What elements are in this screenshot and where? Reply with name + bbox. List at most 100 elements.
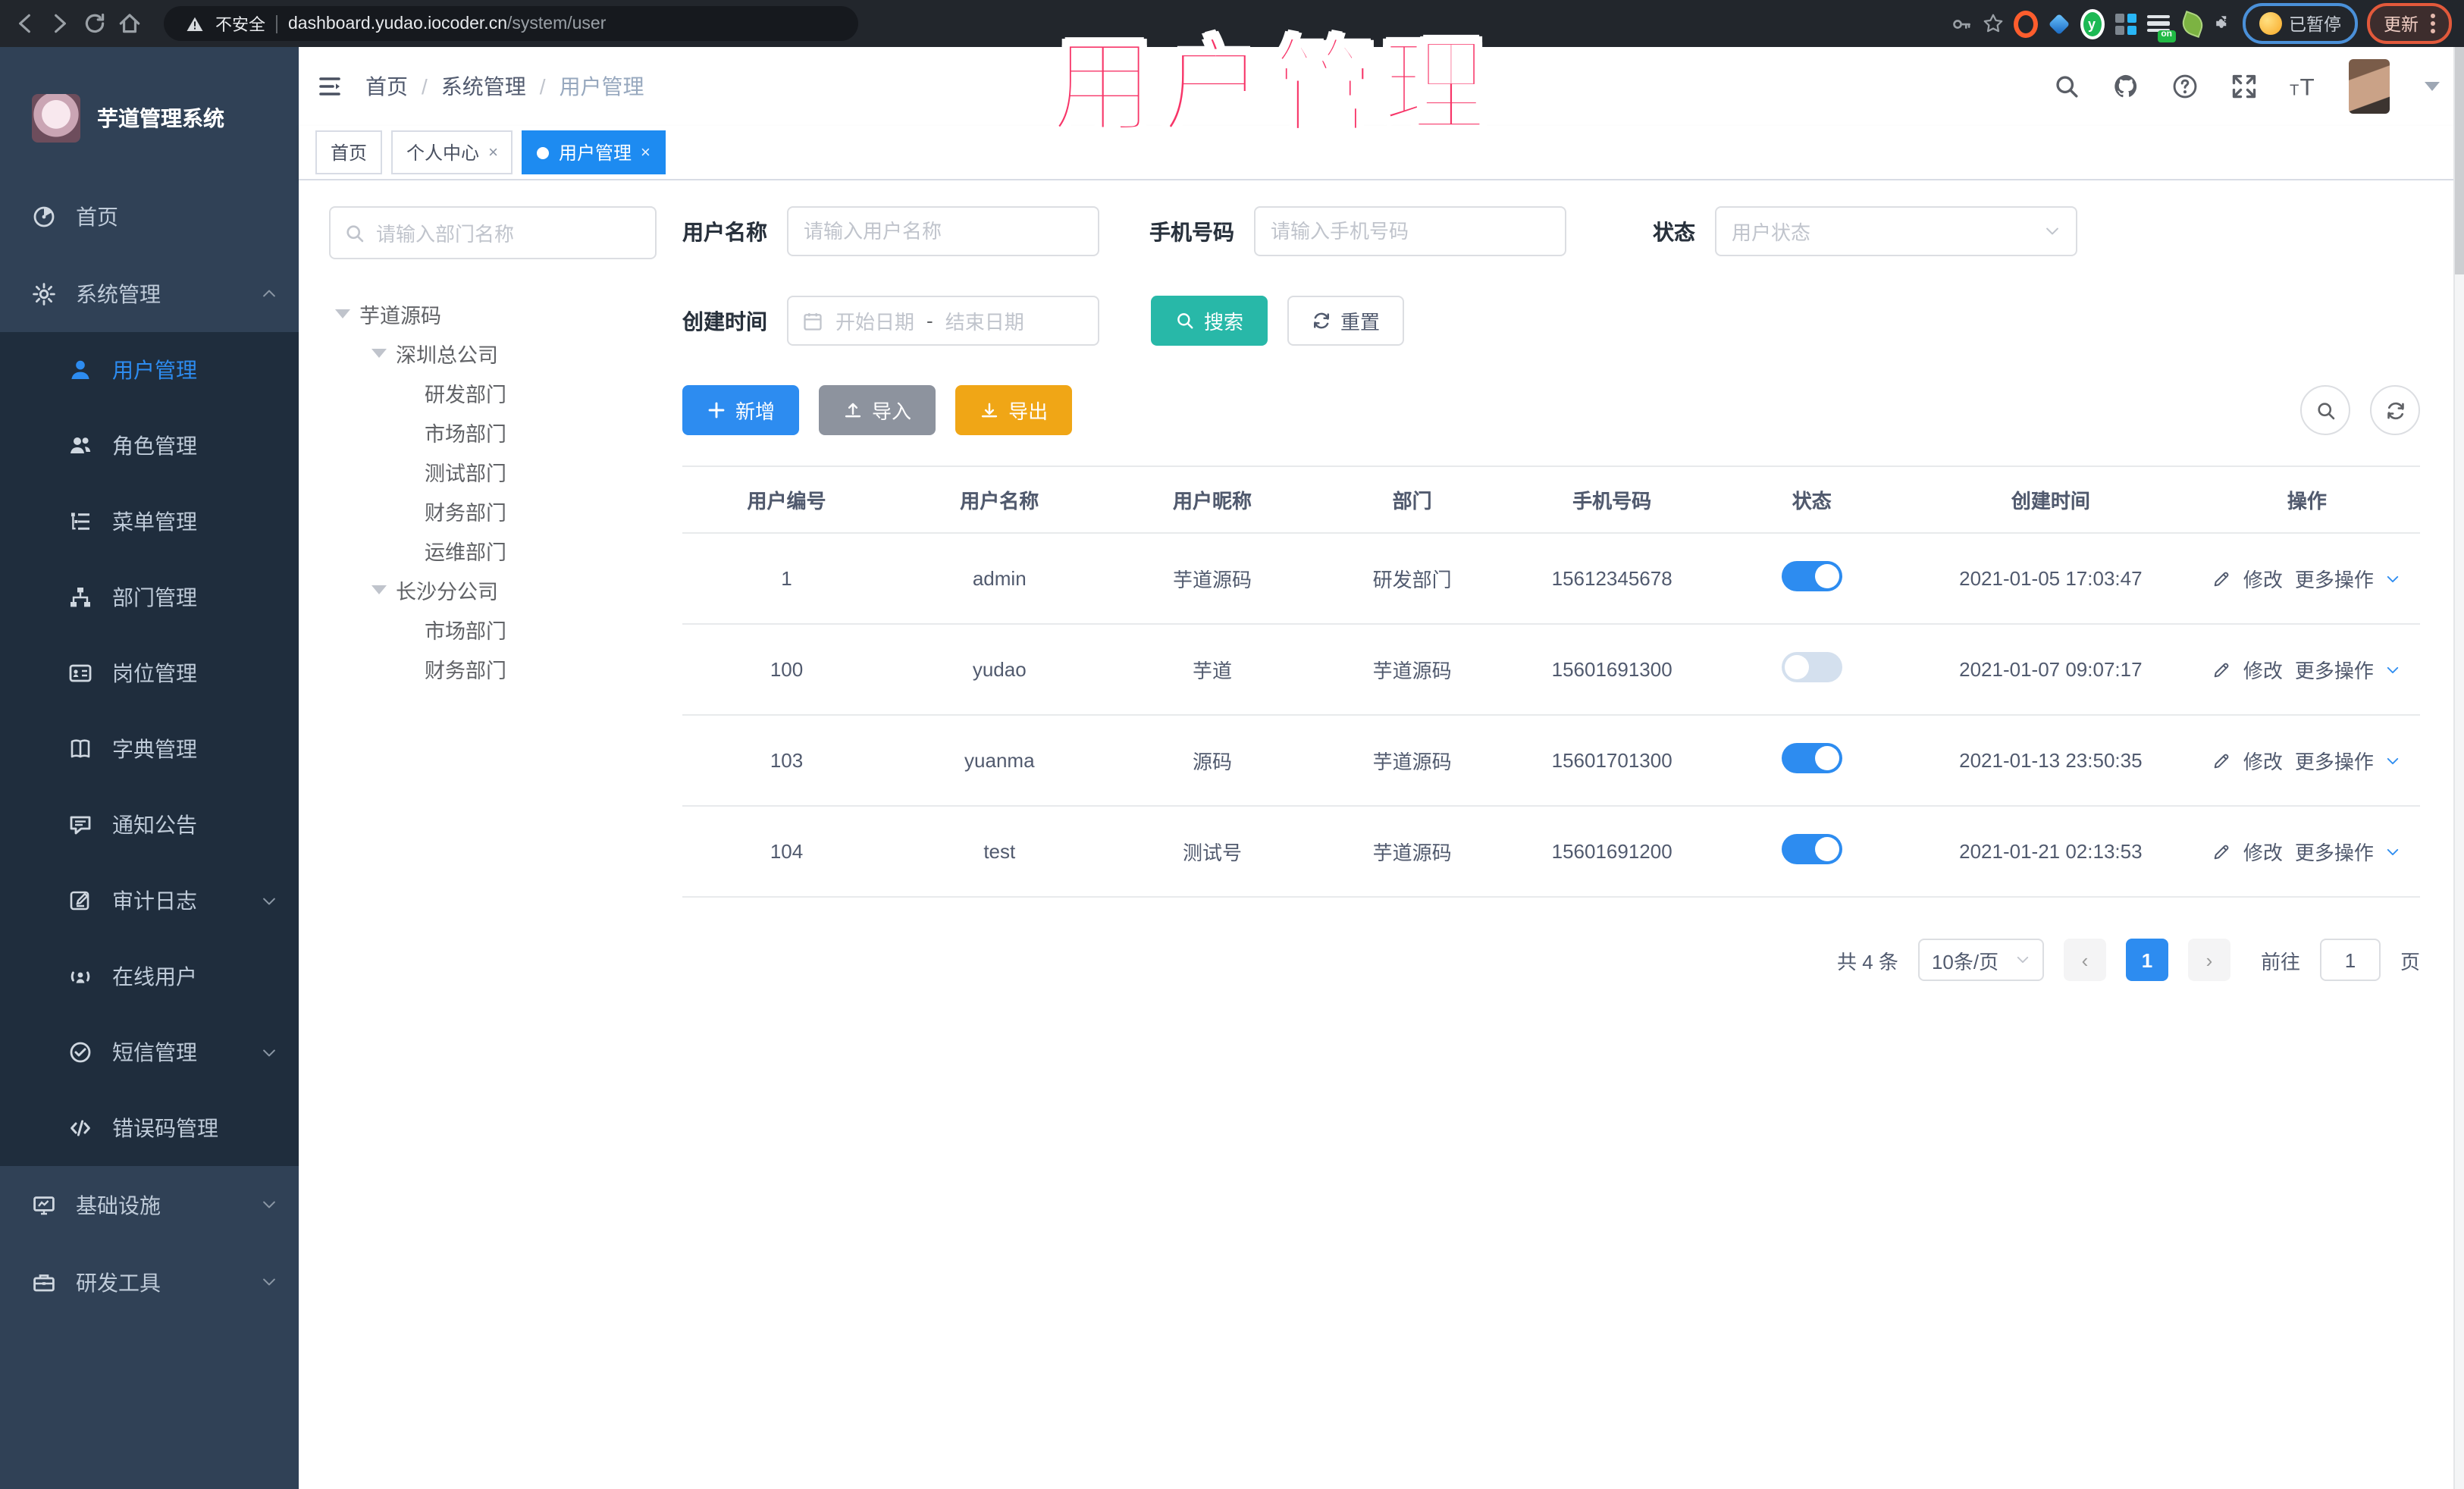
sidebar-item-dict-mgmt[interactable]: 字典管理 (0, 711, 299, 787)
extension-gem-icon[interactable] (2046, 11, 2071, 36)
tree-node-market[interactable]: 市场部门 (329, 412, 657, 452)
tree-caret-icon[interactable] (371, 349, 387, 358)
mobile-input[interactable] (1254, 206, 1566, 256)
extension-grid-icon[interactable] (2113, 11, 2137, 36)
chevron-down-icon[interactable] (2386, 662, 2401, 677)
sidebar-item-dept-mgmt[interactable]: 部门管理 (0, 560, 299, 635)
tree-node-test[interactable]: 测试部门 (329, 452, 657, 491)
sidebar-item-home[interactable]: 首页 (0, 177, 299, 255)
tab-home[interactable]: 首页 (315, 130, 383, 174)
password-key-icon[interactable] (1951, 13, 1972, 34)
bookmark-star-icon[interactable] (1981, 12, 2004, 35)
next-page-button[interactable]: › (2187, 939, 2230, 981)
tree-node-root[interactable]: 芋道源码 (329, 294, 657, 334)
github-icon[interactable] (2112, 73, 2140, 100)
edit-link[interactable]: 修改 (2243, 837, 2283, 866)
page-size-select[interactable]: 10条/页 (1917, 939, 2044, 981)
browser-update-button[interactable]: 更新 (2367, 3, 2452, 44)
sidebar-item-dev-tools[interactable]: 研发工具 (0, 1243, 299, 1321)
font-size-icon[interactable]: TT (2290, 73, 2317, 100)
tab-close-icon[interactable]: × (488, 143, 498, 161)
more-actions-link[interactable]: 更多操作 (2295, 655, 2374, 684)
table-search-toggle-button[interactable] (2300, 385, 2350, 435)
fullscreen-icon[interactable] (2230, 73, 2258, 100)
chevron-down-icon[interactable] (2386, 753, 2401, 768)
sidebar-item-role-mgmt[interactable]: 角色管理 (0, 408, 299, 484)
extension-green-y-icon[interactable]: y (2080, 8, 2104, 39)
edit-link[interactable]: 修改 (2243, 564, 2283, 593)
sidebar-item-sms-mgmt[interactable]: 短信管理 (0, 1014, 299, 1090)
tab-user-mgmt[interactable]: 用户管理 × (522, 130, 666, 174)
profile-paused-chip[interactable]: 已暂停 (2242, 3, 2358, 44)
browser-menu-icon[interactable] (2431, 14, 2435, 33)
scrollbar-thumb[interactable] (2455, 47, 2464, 274)
sidebar-item-menu-mgmt[interactable]: 菜单管理 (0, 484, 299, 560)
page-scrollbar[interactable] (2453, 47, 2464, 1489)
reset-button[interactable]: 重置 (1287, 296, 1405, 346)
sidebar-item-notice[interactable]: 通知公告 (0, 787, 299, 863)
sidebar-item-post-mgmt[interactable]: 岗位管理 (0, 635, 299, 711)
tree-caret-icon[interactable] (371, 585, 387, 594)
header-search-icon[interactable] (2053, 73, 2080, 100)
add-button[interactable]: 新增 (682, 385, 800, 435)
breadcrumb-home[interactable]: 首页 (365, 71, 408, 102)
tab-close-icon[interactable]: × (641, 143, 650, 161)
sidebar-collapse-icon[interactable] (315, 74, 344, 99)
sidebar-item-infrastructure[interactable]: 基础设施 (0, 1166, 299, 1243)
tab-profile[interactable]: 个人中心 × (391, 130, 513, 174)
user-table: 用户编号 用户名称 用户昵称 部门 手机号码 状态 创建时间 操作 1 admi… (682, 466, 2420, 898)
sidebar-item-online-users[interactable]: 在线用户 (0, 939, 299, 1014)
status-select[interactable]: 用户状态 (1715, 206, 2077, 256)
not-secure-warning-icon[interactable] (185, 14, 205, 33)
date-range-picker[interactable]: 开始日期 - 结束日期 (787, 296, 1099, 346)
tree-node-rd[interactable]: 研发部门 (329, 373, 657, 412)
browser-forward-icon[interactable] (47, 11, 73, 36)
chevron-down-icon[interactable] (2386, 844, 2401, 859)
prev-page-button[interactable]: ‹ (2063, 939, 2106, 981)
status-toggle-off[interactable] (1781, 652, 1842, 682)
tree-caret-icon[interactable] (335, 309, 350, 318)
tree-node-finance[interactable]: 财务部门 (329, 491, 657, 531)
sidebar-menu: 首页 系统管理 用户管理 角色管理 菜单管理 部门管理 岗位管理 字典管理 通知… (0, 177, 299, 1489)
tree-node-market2[interactable]: 市场部门 (329, 610, 657, 649)
tree-node-ops[interactable]: 运维部门 (329, 531, 657, 570)
status-toggle-on[interactable] (1781, 834, 1842, 864)
import-button[interactable]: 导入 (819, 385, 936, 435)
extension-leaf-icon[interactable] (2178, 10, 2205, 37)
tree-node-changsha[interactable]: 长沙分公司 (329, 570, 657, 610)
tree-node-finance2[interactable]: 财务部门 (329, 649, 657, 688)
export-button[interactable]: 导出 (955, 385, 1073, 435)
sidebar-item-user-mgmt[interactable]: 用户管理 (0, 332, 299, 408)
goto-page-input[interactable] (2319, 939, 2381, 981)
sidebar-item-system[interactable]: 系统管理 (0, 255, 299, 332)
chevron-down-icon[interactable] (2386, 571, 2401, 586)
avatar-dropdown-caret-icon[interactable] (2425, 82, 2440, 91)
table-refresh-button[interactable] (2370, 385, 2420, 435)
more-actions-link[interactable]: 更多操作 (2295, 564, 2374, 593)
more-actions-link[interactable]: 更多操作 (2295, 746, 2374, 775)
status-toggle-on[interactable] (1781, 561, 1842, 591)
username-input[interactable] (787, 206, 1099, 256)
status-toggle-on[interactable] (1781, 743, 1842, 773)
browser-reload-icon[interactable] (82, 11, 108, 36)
search-button[interactable]: 搜索 (1151, 296, 1268, 346)
extensions-puzzle-icon[interactable] (2213, 14, 2233, 33)
extension-orange-icon[interactable] (2013, 10, 2037, 37)
breadcrumb-system[interactable]: 系统管理 (441, 71, 526, 102)
edit-link[interactable]: 修改 (2243, 746, 2283, 775)
help-icon[interactable] (2171, 73, 2199, 100)
page-1-button[interactable]: 1 (2125, 939, 2168, 981)
address-bar[interactable]: 不安全 dashboard.yudao.iocoder.cn/system/us… (164, 6, 858, 41)
edit-link[interactable]: 修改 (2243, 655, 2283, 684)
sidebar-item-error-code[interactable]: 错误码管理 (0, 1090, 299, 1166)
user-avatar[interactable] (2349, 59, 2390, 114)
sidebar-item-label: 岗位管理 (112, 661, 197, 685)
tree-node-shenzhen[interactable]: 深圳总公司 (329, 334, 657, 373)
browser-home-icon[interactable] (117, 11, 143, 36)
sidebar-item-audit-log[interactable]: 审计日志 (0, 863, 299, 939)
app-logo-row[interactable]: 芋道管理系统 (0, 47, 299, 177)
extension-tampermonkey-icon[interactable]: on (2146, 11, 2175, 42)
more-actions-link[interactable]: 更多操作 (2295, 837, 2374, 866)
dept-search-input[interactable]: 请输入部门名称 (329, 206, 657, 259)
browser-back-icon[interactable] (12, 11, 38, 36)
